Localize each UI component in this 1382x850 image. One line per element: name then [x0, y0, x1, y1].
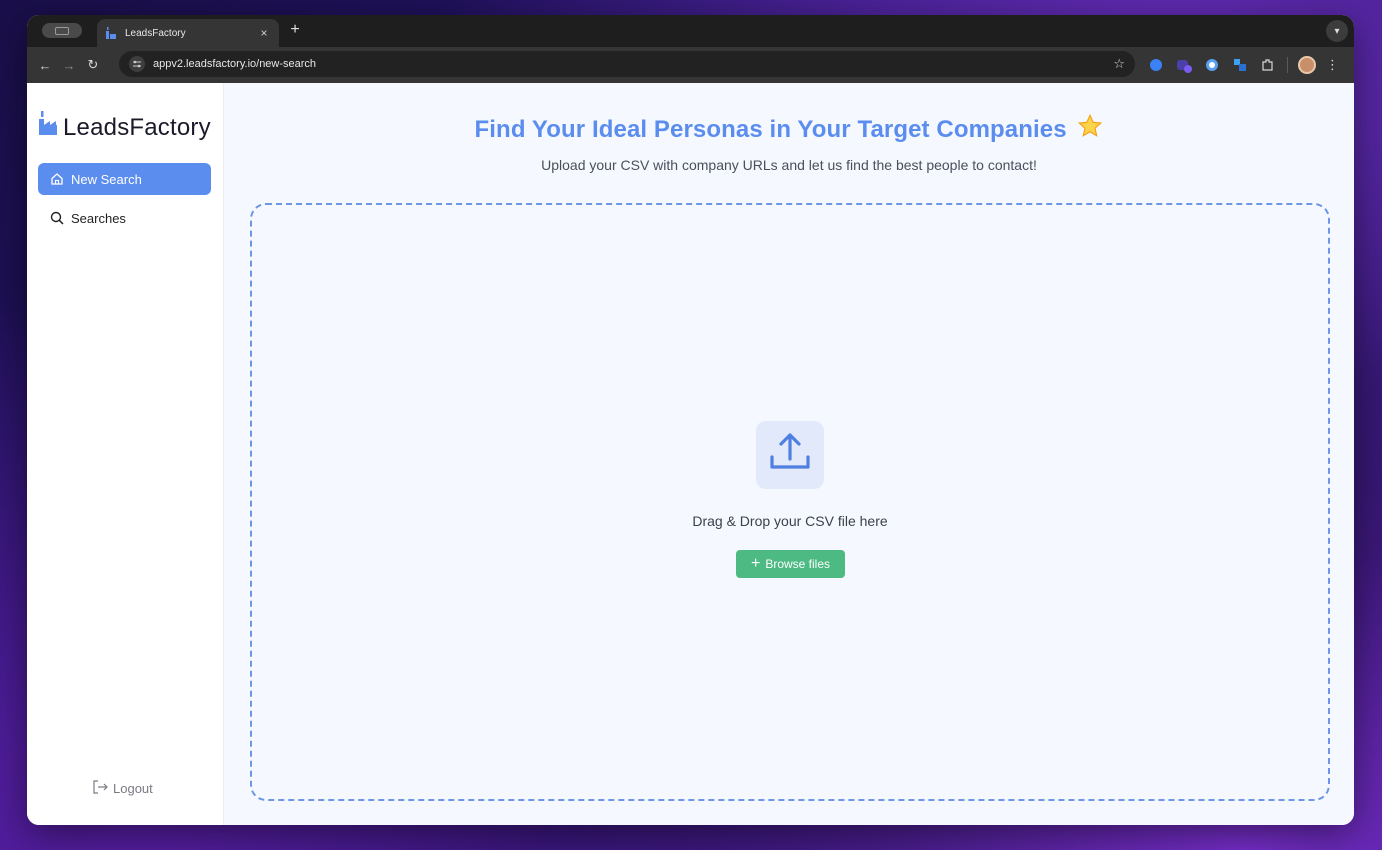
- forward-arrow-icon[interactable]: →: [57, 53, 81, 77]
- site-settings-icon[interactable]: [129, 56, 145, 72]
- factory-logo-icon: [38, 109, 58, 140]
- leadsfactory-favicon-icon: [105, 27, 117, 39]
- star-icon: [1077, 113, 1103, 146]
- upload-icon-container: [756, 421, 824, 489]
- logout-icon: [93, 780, 108, 797]
- url-text: appv2.leadsfactory.io/new-search: [153, 58, 317, 70]
- sidebar-item-label: Searches: [71, 210, 126, 226]
- address-bar[interactable]: appv2.leadsfactory.io/new-search ☆: [119, 51, 1135, 77]
- extensions-puzzle-icon[interactable]: [1259, 56, 1277, 74]
- plus-icon: +: [750, 555, 761, 572]
- tab-list-chevron-icon[interactable]: ▾: [1326, 20, 1348, 42]
- csv-dropzone[interactable]: Drag & Drop your CSV file here + Browse …: [250, 203, 1330, 801]
- new-tab-button[interactable]: +: [287, 21, 303, 39]
- main-content: Find Your Ideal Personas in Your Target …: [224, 83, 1354, 825]
- browser-tab[interactable]: LeadsFactory ×: [97, 19, 279, 47]
- tab-title: LeadsFactory: [125, 27, 186, 39]
- sidebar-item-searches[interactable]: Searches: [38, 202, 211, 234]
- extension-4-icon[interactable]: [1231, 56, 1249, 74]
- upload-icon: [766, 429, 814, 482]
- extension-3-icon[interactable]: [1203, 56, 1221, 74]
- extension-2-icon[interactable]: [1175, 56, 1193, 74]
- logo-text: LeadsFactory: [63, 114, 211, 141]
- extension-1-icon[interactable]: [1147, 56, 1165, 74]
- browse-files-label: Browse files: [765, 557, 831, 571]
- logout-label: Logout: [113, 781, 153, 796]
- browser-menu-icon[interactable]: ⋮: [1326, 57, 1339, 73]
- reload-icon[interactable]: ↻: [81, 53, 105, 77]
- app-body: LeadsFactory New Search Searches Logout: [27, 83, 1354, 825]
- logo[interactable]: LeadsFactory: [38, 109, 211, 140]
- browser-window: LeadsFactory × + ▾ ← → ↻ appv2.leadsfact…: [27, 15, 1354, 825]
- browse-files-button[interactable]: + Browse files: [736, 550, 845, 578]
- search-icon: [50, 211, 64, 225]
- toolbar-divider: [1287, 57, 1288, 73]
- sidebar: LeadsFactory New Search Searches Logout: [27, 83, 224, 825]
- sidebar-item-label: New Search: [71, 171, 142, 187]
- tab-strip: LeadsFactory × + ▾: [27, 15, 1354, 47]
- sidebar-item-new-search[interactable]: New Search: [38, 163, 211, 195]
- bookmark-star-icon[interactable]: ☆: [1113, 56, 1125, 72]
- page-title: Find Your Ideal Personas in Your Target …: [224, 113, 1354, 146]
- logout-button[interactable]: Logout: [93, 780, 153, 797]
- browser-toolbar: ← → ↻ appv2.leadsfactory.io/new-search ☆…: [27, 47, 1354, 83]
- page-subtitle: Upload your CSV with company URLs and le…: [541, 157, 1037, 173]
- page-title-text: Find Your Ideal Personas in Your Target …: [474, 116, 1067, 143]
- tab-close-icon[interactable]: ×: [257, 26, 271, 40]
- dropzone-instructions: Drag & Drop your CSV file here: [692, 513, 888, 529]
- home-icon: [50, 172, 64, 186]
- extensions-row: ⋮: [1147, 47, 1339, 83]
- profile-avatar-icon[interactable]: [1298, 56, 1316, 74]
- back-arrow-icon[interactable]: ←: [33, 53, 57, 77]
- tab-search-button[interactable]: [42, 23, 82, 38]
